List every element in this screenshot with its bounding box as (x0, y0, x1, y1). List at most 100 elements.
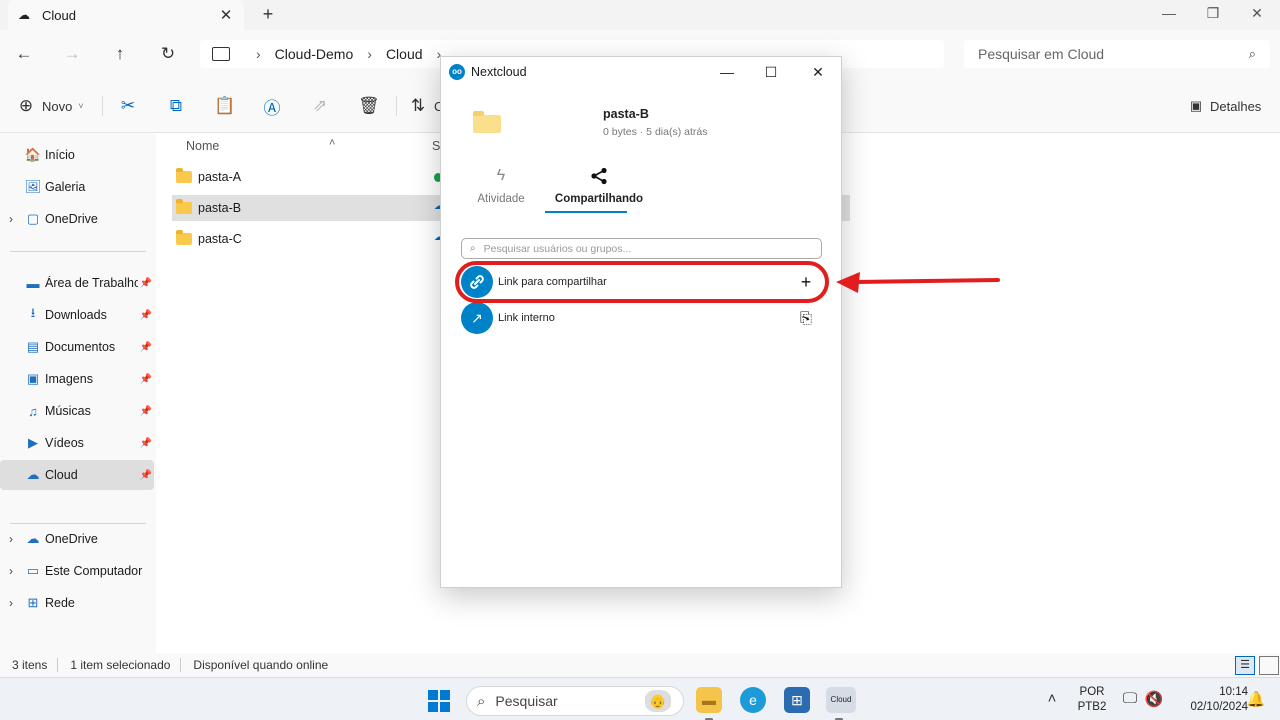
tab-activity[interactable]: ϟ Atividade (451, 167, 551, 205)
chevron-right-icon[interactable]: › (0, 564, 22, 578)
delete-button[interactable]: 🗑 (358, 95, 380, 117)
computer-icon: ▭ (26, 563, 40, 578)
folder-icon (176, 230, 192, 245)
language-indicator[interactable]: POR PTB2 (1072, 678, 1112, 720)
chevron-right-icon[interactable]: › (0, 596, 22, 610)
chevron-right-icon[interactable]: › (0, 532, 22, 546)
dialog-close-button[interactable]: ✕ (806, 61, 830, 83)
tiles-view-icon[interactable] (1259, 656, 1279, 675)
clock-time: 10:14 (1219, 685, 1248, 698)
sidebar-item[interactable]: 🖼 Galeria (0, 172, 154, 202)
videos-icon: ▶ (28, 435, 38, 450)
documents-icon: ▤ (26, 339, 40, 354)
item-count: 3 itens (12, 658, 48, 672)
chevron-right-icon[interactable]: › (256, 46, 261, 62)
sidebar-item[interactable]: ▣ Imagens 📌 (0, 364, 154, 394)
sidebar-item[interactable]: › ▭ Este Computador (0, 556, 154, 586)
new-tab-button[interactable]: + (258, 4, 278, 26)
paste-button[interactable]: 📋 (214, 95, 235, 117)
gallery-icon: 🖼 (24, 179, 42, 194)
close-tab-icon[interactable]: ✕ (218, 6, 234, 24)
sort-button[interactable]: ⇅ C (408, 95, 444, 117)
explorer-tab[interactable]: ☁ Cloud ✕ (8, 0, 244, 30)
tab-activity-label: Atividade (477, 193, 525, 205)
sidebar-item[interactable]: ⭳ Downloads 📌 (0, 300, 154, 330)
new-button-label: Novo (42, 98, 73, 114)
sidebar-item[interactable]: › ▢ OneDrive (0, 204, 154, 234)
sidebar-item-label: Músicas (45, 404, 91, 418)
sidebar-item[interactable]: 🏠 Início (0, 140, 154, 170)
breadcrumb-item[interactable]: Cloud-Demo (275, 46, 354, 62)
refresh-icon[interactable]: ↻ (156, 42, 180, 66)
table-row[interactable]: pasta-A (172, 164, 442, 190)
tab-sharing-label: Compartilhando (554, 193, 644, 205)
maximize-button[interactable]: ❐ (1190, 2, 1236, 26)
computer-icon (212, 47, 230, 61)
folder-icon (176, 199, 192, 214)
sidebar-item[interactable]: ▶ Vídeos 📌 (0, 428, 154, 458)
chevron-right-icon[interactable]: › (0, 212, 22, 226)
sidebar-item[interactable]: ▤ Documentos 📌 (0, 332, 154, 362)
sidebar-item-label: Este Computador (45, 564, 143, 578)
cut-button[interactable]: ✂ (118, 95, 138, 117)
dialog-minimize-button[interactable]: — (715, 61, 739, 83)
sidebar-item-label: Documentos (45, 340, 116, 354)
details-button[interactable]: ▣ Detalhes (1186, 95, 1261, 117)
plus-circle-icon: ⊕ (18, 96, 34, 115)
clock[interactable]: 10:14 02/10/2024 (1172, 678, 1248, 720)
table-row[interactable]: pasta-C (172, 226, 442, 252)
sidebar-item[interactable]: › ⊞ Rede (0, 588, 154, 618)
pin-icon: 📌 (139, 373, 153, 385)
sidebar-item[interactable]: › ☁ OneDrive (0, 524, 154, 554)
share-arrow-icon: ⇗ (312, 96, 328, 115)
back-arrow-icon[interactable]: ← (12, 42, 36, 66)
share-search-input[interactable]: ⌕ Pesquisar usuários ou grupos... (461, 238, 822, 259)
search-icon: ⌕ (477, 692, 486, 710)
new-button[interactable]: ⊕ Novo ˅ (16, 95, 84, 117)
chevron-up-icon[interactable]: ˄ (1042, 690, 1062, 707)
taskbar-search[interactable]: ⌕ Pesquisar 👴 (466, 686, 684, 716)
chevron-right-icon[interactable]: › (367, 46, 372, 62)
rename-button[interactable]: Ⓐ (262, 95, 282, 118)
file-explorer-taskbar-icon[interactable]: ▬ (696, 687, 722, 720)
sidebar-item-label: Imagens (45, 372, 93, 386)
minimize-button[interactable]: — (1146, 2, 1192, 26)
onedrive-folder-icon: ▢ (26, 211, 40, 226)
search-input[interactable]: Pesquisar em Cloud (978, 46, 1249, 62)
volume-icon[interactable]: 🔇 (1144, 690, 1164, 708)
up-arrow-icon[interactable]: ↑ (108, 42, 132, 66)
pin-icon: 📌 (139, 341, 153, 353)
onedrive-icon: ☁ (26, 531, 40, 546)
column-header-name[interactable]: ˄ Nome (186, 137, 335, 153)
taskbar-search-placeholder: Pesquisar (495, 693, 558, 709)
share-button[interactable]: ⇗ (310, 95, 330, 117)
forward-arrow-icon[interactable]: → (60, 42, 84, 66)
sidebar-item[interactable]: ☁ Cloud 📌 (0, 460, 154, 490)
folder-icon (473, 111, 501, 133)
copy-icon[interactable]: ⎘ (791, 310, 821, 327)
trash-icon: 🗑 (358, 96, 380, 115)
store-taskbar-icon[interactable]: ⊞ (784, 687, 810, 713)
search-icon: ⌕ (1248, 46, 1256, 61)
dialog-maximize-button[interactable]: ☐ (759, 61, 783, 83)
copy-button[interactable]: ⧉ (166, 95, 186, 117)
shared-file-meta: 0 bytes · 5 dia(s) atrás (603, 126, 708, 138)
cloud-taskbar-icon[interactable]: Cloud (826, 687, 856, 720)
sidebar-item[interactable]: ♫ Músicas 📌 (0, 396, 154, 426)
details-view-icon[interactable]: ☰ (1235, 656, 1255, 675)
windows-start-icon[interactable] (428, 690, 450, 712)
close-window-button[interactable]: ✕ (1234, 2, 1280, 26)
breadcrumb-item[interactable]: Cloud (386, 46, 423, 62)
nextcloud-logo-icon: oo (449, 64, 465, 80)
search-box[interactable]: Pesquisar em Cloud ⌕ (964, 40, 1270, 68)
notification-bell-icon[interactable]: 🔔 (1246, 690, 1266, 708)
pin-icon: 📌 (139, 405, 153, 417)
network-icon[interactable]: 🖵 (1120, 690, 1140, 707)
folder-icon (176, 168, 192, 183)
edge-taskbar-icon[interactable]: e (740, 687, 766, 713)
internal-link-row[interactable]: ↗ Link interno ⎘ (461, 302, 821, 334)
sidebar-item[interactable]: ▬ Área de Trabalho 📌 (0, 268, 154, 298)
highlight-annotation (455, 261, 829, 303)
search-icon: ⌕ (470, 243, 476, 254)
tab-sharing[interactable]: Compartilhando (549, 167, 649, 205)
